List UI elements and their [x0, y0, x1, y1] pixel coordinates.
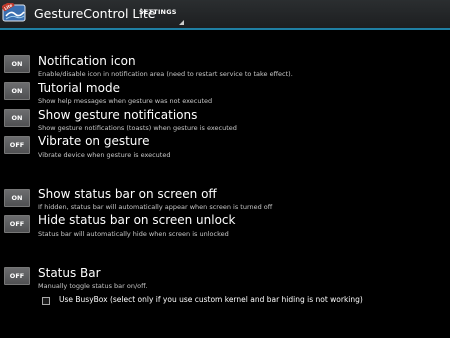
hide-status-bar-unlock-toggle[interactable]: OFF	[4, 215, 30, 233]
vibrate-toggle[interactable]: OFF	[4, 136, 30, 154]
app-logo-icon[interactable]: Lite	[2, 3, 28, 25]
dropdown-corner-icon	[179, 20, 184, 25]
tab-settings[interactable]: SETTINGS	[139, 8, 184, 28]
action-bar: Lite GestureControl Lite SETTINGS	[0, 0, 450, 30]
setting-title-status-bar-screen-off: Show status bar on screen off	[38, 187, 217, 201]
setting-desc-tutorial-mode: Show help messages when gesture was not …	[38, 97, 213, 105]
setting-desc-hide-status-bar-unlock: Status bar will automatically hide when …	[38, 230, 229, 238]
gesture-notifications-toggle[interactable]: ON	[4, 109, 30, 127]
setting-desc-status-bar: Manually toggle status bar on/off.	[38, 282, 148, 290]
setting-desc-status-bar-screen-off: If hidden, status bar will automatically…	[38, 203, 273, 211]
tutorial-mode-toggle[interactable]: ON	[4, 82, 30, 100]
setting-title-status-bar: Status Bar	[38, 266, 101, 280]
status-bar-toggle[interactable]: OFF	[4, 267, 30, 285]
setting-desc-gesture-notifications: Show gesture notifications (toasts) when…	[38, 124, 237, 132]
setting-title-notification-icon: Notification icon	[38, 54, 136, 68]
busybox-checkbox[interactable]	[42, 297, 50, 305]
setting-desc-vibrate: Vibrate device when gesture is executed	[38, 151, 171, 159]
status-bar-screen-off-toggle[interactable]: ON	[4, 189, 30, 207]
setting-title-gesture-notifications: Show gesture notifications	[38, 108, 198, 122]
app-title: GestureControl Lite	[34, 6, 156, 21]
notification-icon-toggle[interactable]: ON	[4, 55, 30, 73]
tab-settings-label: SETTINGS	[139, 8, 177, 16]
setting-title-tutorial-mode: Tutorial mode	[38, 81, 120, 95]
action-bar-divider	[0, 28, 450, 30]
setting-title-hide-status-bar-unlock: Hide status bar on screen unlock	[38, 213, 236, 227]
setting-title-vibrate: Vibrate on gesture	[38, 134, 150, 148]
busybox-label: Use BusyBox (select only if you use cust…	[59, 295, 363, 304]
setting-desc-notification-icon: Enable/disable icon in notification area…	[38, 70, 293, 78]
